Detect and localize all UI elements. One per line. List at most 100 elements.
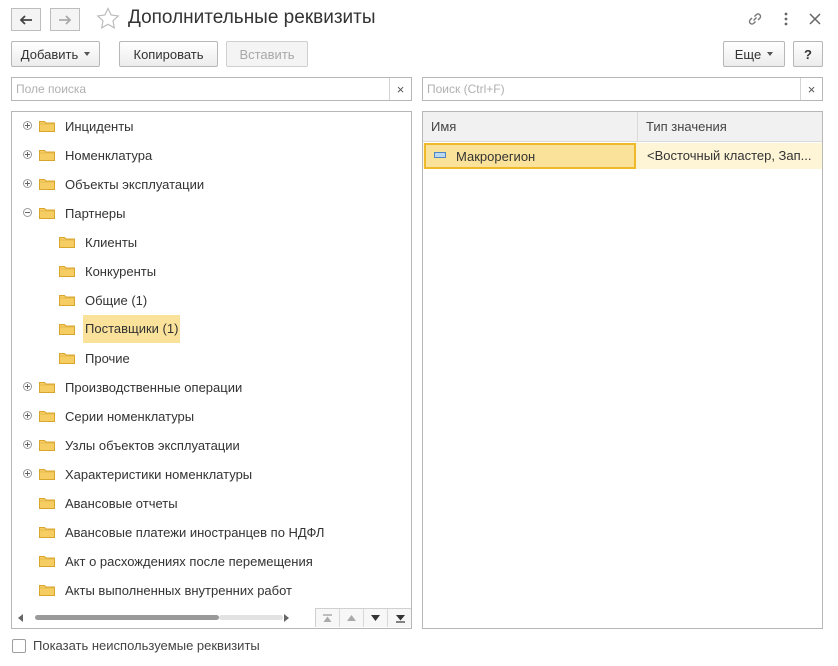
tree-item[interactable]: Объекты эксплуатации bbox=[12, 170, 410, 199]
scrollbar-track bbox=[219, 615, 283, 620]
forward-button[interactable] bbox=[50, 8, 80, 31]
tree-item-label: Авансовые отчеты bbox=[65, 496, 178, 511]
tree-item-label: Авансовые платежи иностранцев по НДФЛ bbox=[65, 525, 325, 540]
tree-item-label: Узлы объектов эксплуатации bbox=[65, 438, 240, 453]
tree-item[interactable]: Партнеры bbox=[12, 199, 410, 228]
tree-search-box: × bbox=[11, 77, 412, 101]
expand-icon[interactable] bbox=[23, 150, 32, 159]
tree-item-label: Серии номенклатуры bbox=[65, 409, 195, 424]
move-down-button[interactable] bbox=[364, 609, 388, 627]
folder-icon bbox=[39, 584, 55, 596]
horizontal-scrollbar[interactable] bbox=[12, 608, 411, 628]
link-icon[interactable] bbox=[746, 10, 764, 28]
table-cell-value-type[interactable]: <Восточный кластер, Зап... bbox=[641, 143, 822, 169]
tree-item[interactable]: Прочие bbox=[12, 344, 410, 373]
tree-navigation-bar bbox=[315, 608, 411, 627]
paste-button-label: Вставить bbox=[239, 46, 295, 62]
tree-item-label: Клиенты bbox=[85, 235, 138, 250]
tree-item[interactable]: Конкуренты bbox=[12, 257, 410, 286]
attribute-icon bbox=[434, 152, 446, 158]
grid-search-clear-button[interactable]: × bbox=[800, 78, 822, 100]
tree-search-input[interactable] bbox=[12, 78, 411, 100]
tree-item[interactable]: Узлы объектов эксплуатации bbox=[12, 431, 410, 460]
tree-item[interactable]: Акт о расхождениях после перемещения bbox=[12, 547, 410, 576]
collapse-icon[interactable] bbox=[23, 208, 32, 217]
back-button[interactable] bbox=[11, 8, 41, 31]
help-button[interactable]: ? bbox=[793, 41, 823, 67]
paste-button[interactable]: Вставить bbox=[226, 41, 308, 67]
expand-icon[interactable] bbox=[23, 411, 32, 420]
show-unused-checkbox[interactable] bbox=[12, 639, 26, 653]
close-icon[interactable] bbox=[809, 13, 821, 25]
scroll-right-icon[interactable] bbox=[283, 614, 289, 622]
folder-icon bbox=[39, 410, 55, 422]
arrow-left-icon bbox=[19, 14, 32, 25]
folder-icon bbox=[59, 294, 75, 306]
tree-item-label: Производственные операции bbox=[65, 380, 243, 395]
tree-item-label: Номенклатура bbox=[65, 148, 153, 163]
move-last-button[interactable] bbox=[388, 609, 411, 627]
folder-icon bbox=[39, 149, 55, 161]
expand-icon[interactable] bbox=[23, 440, 32, 449]
add-button[interactable]: Добавить bbox=[11, 41, 100, 67]
tree-item-label: Общие (1) bbox=[85, 293, 148, 308]
expand-icon[interactable] bbox=[23, 121, 32, 130]
column-header-name[interactable]: Имя bbox=[423, 112, 638, 142]
table-cell-name[interactable]: Макрорегион bbox=[424, 143, 636, 169]
tree-item-label: Акт о расхождениях после перемещения bbox=[65, 554, 313, 569]
row-name-text: Макрорегион bbox=[456, 149, 536, 164]
grid-search-input[interactable] bbox=[423, 78, 822, 100]
arrow-right-icon bbox=[59, 14, 72, 25]
move-to-top-icon bbox=[323, 613, 332, 622]
more-vertical-icon[interactable] bbox=[783, 10, 789, 28]
tree-item[interactable]: Авансовые отчеты bbox=[12, 489, 410, 518]
tree-item[interactable]: Характеристики номенклатуры bbox=[12, 460, 410, 489]
tree-item[interactable]: Инциденты bbox=[12, 112, 410, 141]
folder-icon bbox=[59, 352, 75, 364]
folder-icon bbox=[39, 526, 55, 538]
chevron-down-icon bbox=[767, 52, 774, 56]
expand-icon[interactable] bbox=[23, 469, 32, 478]
folder-icon bbox=[39, 120, 55, 132]
clear-icon: × bbox=[807, 81, 816, 97]
tree-search-clear-button[interactable]: × bbox=[389, 78, 411, 100]
table-row[interactable]: Макрорегион <Восточный кластер, Зап... bbox=[423, 143, 822, 169]
scroll-left-icon[interactable] bbox=[18, 614, 24, 622]
tree-item[interactable]: Поставщики (1) bbox=[12, 315, 410, 344]
tree-item[interactable]: Клиенты bbox=[12, 228, 410, 257]
tree-item-label: Акты выполненных внутренних работ bbox=[65, 583, 292, 598]
show-unused-label[interactable]: Показать неиспользуемые реквизиты bbox=[33, 638, 260, 653]
more-button-label: Еще bbox=[734, 46, 762, 62]
attributes-table: Имя Тип значения Макрорегион <Восточный … bbox=[422, 111, 823, 629]
move-down-icon bbox=[371, 615, 380, 621]
tree-item[interactable]: Производственные операции bbox=[12, 373, 410, 402]
scrollbar-thumb[interactable] bbox=[35, 615, 219, 620]
tree-item[interactable]: Серии номенклатуры bbox=[12, 402, 410, 431]
more-button[interactable]: Еще bbox=[723, 41, 785, 67]
tree-item[interactable]: Номенклатура bbox=[12, 141, 410, 170]
star-icon[interactable] bbox=[96, 7, 120, 30]
tree-item[interactable]: Авансовые платежи иностранцев по НДФЛ bbox=[12, 518, 410, 547]
tree-item[interactable]: Акты выполненных внутренних работ bbox=[12, 576, 410, 605]
folder-icon bbox=[39, 207, 55, 219]
folder-icon bbox=[39, 497, 55, 509]
copy-button[interactable]: Копировать bbox=[119, 41, 218, 67]
clear-icon: × bbox=[396, 81, 405, 97]
move-up-icon bbox=[347, 615, 356, 621]
tree-item-label: Прочие bbox=[85, 351, 130, 366]
expand-icon[interactable] bbox=[23, 179, 32, 188]
tree-item-label: Объекты эксплуатации bbox=[65, 177, 205, 192]
tree-item-label: Характеристики номенклатуры bbox=[65, 467, 253, 482]
column-header-value-type[interactable]: Тип значения bbox=[638, 112, 822, 142]
expand-icon[interactable] bbox=[23, 382, 32, 391]
move-up-button[interactable] bbox=[340, 609, 364, 627]
tree-item-label: Инциденты bbox=[65, 119, 134, 134]
tree-item[interactable]: Общие (1) bbox=[12, 286, 410, 315]
folder-icon bbox=[39, 439, 55, 451]
page-title: Дополнительные реквизиты bbox=[128, 7, 376, 28]
groups-tree: Инциденты Номенклатура Объекты эксплуатаци… bbox=[11, 111, 412, 629]
tree-item-label: Конкуренты bbox=[85, 264, 157, 279]
folder-icon bbox=[39, 555, 55, 567]
add-button-label: Добавить bbox=[20, 46, 79, 62]
move-first-button[interactable] bbox=[316, 609, 340, 627]
